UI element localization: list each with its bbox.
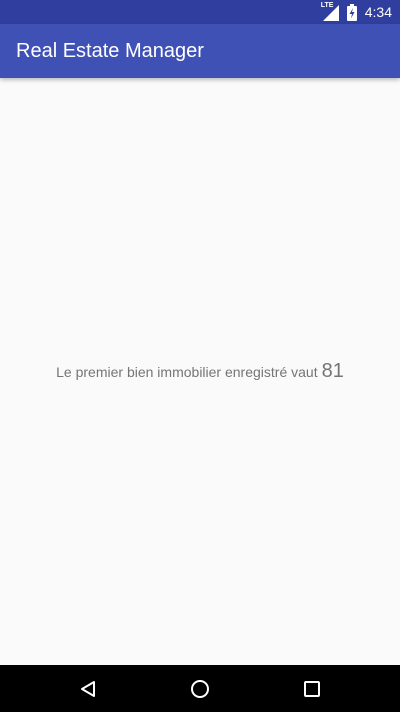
status-clock: 4:34	[364, 4, 392, 20]
back-triangle-icon	[81, 680, 95, 697]
home-button[interactable]	[176, 665, 224, 712]
back-button[interactable]	[64, 665, 112, 712]
recents-square-icon	[304, 680, 320, 697]
home-circle-icon	[191, 679, 209, 698]
signal-indicator: LTE	[321, 2, 341, 21]
navigation-bar	[0, 665, 400, 712]
app-title: Real Estate Manager	[16, 40, 204, 62]
signal-icon	[322, 5, 339, 21]
first-property-message: Le premier bien immobilier enregistré va…	[0, 360, 400, 383]
main-content: Le premier bien immobilier enregistré va…	[0, 78, 400, 665]
status-bar: LTE 4:34	[0, 0, 400, 24]
status-icons: LTE 4:34	[321, 0, 392, 24]
battery-charging-icon	[346, 3, 357, 21]
message-text: Le premier bien immobilier enregistré va…	[56, 364, 318, 380]
property-value: 81	[321, 360, 344, 382]
app-bar: Real Estate Manager	[0, 24, 400, 78]
recents-button[interactable]	[288, 665, 336, 712]
